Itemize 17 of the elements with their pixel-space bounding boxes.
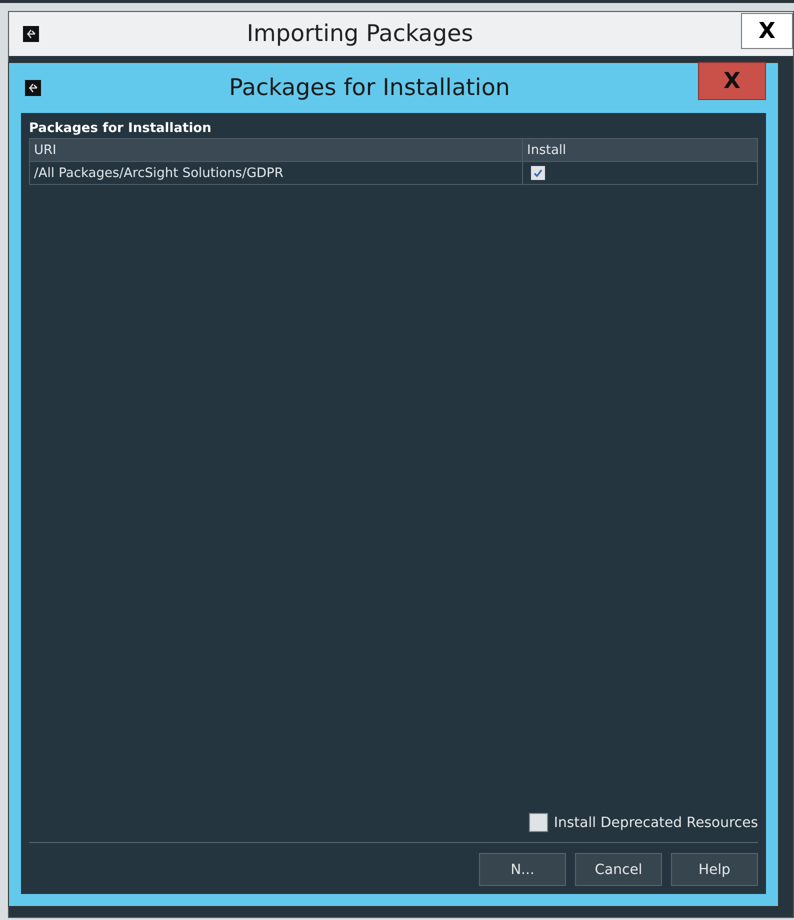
close-button[interactable]: X — [741, 13, 793, 49]
app-icon — [23, 26, 39, 42]
dialog-button[interactable]: N... — [479, 853, 566, 886]
dialog-title: Packages for Installation — [228, 75, 511, 101]
panel-title: Packages for Installation — [29, 121, 212, 136]
dialog-button[interactable]: Cancel — [575, 853, 662, 886]
dialog-button[interactable]: Help — [671, 853, 758, 886]
checkbox-label: Install Deprecated Resources — [554, 814, 758, 830]
table-row[interactable]: /All Packages/ArcSight Solutions/GDPR — [30, 161, 757, 184]
column-header[interactable]: URI — [30, 139, 523, 161]
window-title: Importing Packages — [246, 21, 474, 47]
install-checkbox[interactable] — [531, 166, 545, 180]
column-header[interactable]: Install — [523, 139, 757, 161]
app-icon — [25, 80, 41, 96]
deprecated-checkbox[interactable] — [528, 813, 548, 832]
uri-cell: /All Packages/ArcSight Solutions/GDPR — [30, 162, 523, 184]
close-button[interactable]: X — [698, 62, 766, 100]
